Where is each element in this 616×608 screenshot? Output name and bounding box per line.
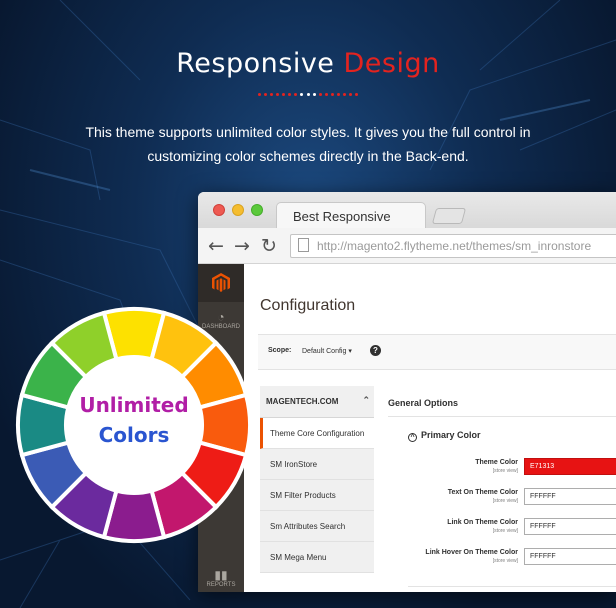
field-label: Link Hover On Theme Color [425, 549, 518, 556]
title-dots-divider [258, 92, 358, 96]
link-on-theme-color-input[interactable]: FFFFFF [524, 518, 616, 535]
reports-icon: ▮▮ [214, 568, 228, 582]
hero-subtitle-line2: customizing color schemes directly in th… [147, 148, 469, 164]
group-toggle[interactable]: ^ Primary Color [408, 430, 481, 442]
close-window-button[interactable] [213, 204, 225, 216]
browser-window: Best Responsive ← → ↻ http://magento2.fl… [198, 192, 616, 592]
field-label: Link On Theme Color [447, 519, 518, 526]
browser-titlebar: Best Responsive [198, 192, 616, 228]
text-on-theme-color-input[interactable]: FFFFFF [524, 488, 616, 505]
hero-title-main: Responsive [176, 48, 335, 79]
forward-arrow-icon[interactable]: → [234, 235, 250, 257]
field-row: Text On Theme Color [store view] FFFFFF [388, 486, 616, 508]
hero-subtitle: This theme supports unlimited color styl… [40, 120, 576, 168]
scope-value: Default Config [302, 348, 347, 355]
link-hover-on-theme-color-input[interactable]: FFFFFF [524, 548, 616, 565]
config-nav: MAGENTECH.COM ⌃ Theme Core Configuration… [260, 386, 374, 592]
scope-bar: Scope: Default Config ▾ ? [258, 334, 616, 370]
minimize-window-button[interactable] [232, 204, 244, 216]
section-title[interactable]: General Options [388, 398, 458, 408]
field-scope: [store view] [492, 498, 518, 504]
nav-item-ironstore[interactable]: SM IronStore [260, 449, 374, 480]
group-title: Primary Color [421, 430, 481, 440]
sidebar-item-reports[interactable]: ▮▮ REPORTS [198, 564, 244, 592]
reload-icon[interactable]: ↻ [261, 235, 277, 257]
config-nav-group-label: MAGENTECH.COM [266, 397, 339, 406]
fieldset-divider [408, 586, 616, 587]
scope-switcher[interactable]: Default Config ▾ [302, 347, 352, 355]
field-label: Theme Color [475, 459, 518, 466]
hero-subtitle-line1: This theme supports unlimited color styl… [85, 124, 531, 140]
wheel-label-line2: Colors [98, 423, 170, 447]
wheel-label: Unlimited Colors [54, 390, 214, 450]
nav-item-theme-core[interactable]: Theme Core Configuration [260, 418, 374, 449]
chevron-down-icon: ▾ [348, 348, 352, 355]
maximize-window-button[interactable] [251, 204, 263, 216]
section-divider [388, 416, 616, 417]
wheel-label-line1: Unlimited [79, 393, 189, 417]
back-arrow-icon[interactable]: ← [208, 235, 224, 257]
help-icon[interactable]: ? [370, 345, 381, 356]
scope-label: Scope: [268, 347, 292, 354]
collapse-icon: ^ [408, 433, 417, 442]
new-tab-button[interactable] [431, 208, 467, 224]
field-scope: [store view] [492, 468, 518, 474]
nav-item-mega-menu[interactable]: SM Mega Menu [260, 542, 374, 573]
chevron-up-icon: ⌃ [362, 395, 370, 405]
browser-tab[interactable]: Best Responsive [276, 202, 426, 228]
field-row: Link Hover On Theme Color [store view] F… [388, 546, 616, 568]
page-title: Configuration [260, 297, 356, 314]
theme-color-input[interactable]: E71313 [524, 458, 616, 475]
nav-item-attributes-search[interactable]: Sm Attributes Search [260, 511, 374, 542]
sidebar-reports-label: REPORTS [206, 582, 236, 588]
browser-toolbar: ← → ↻ http://magento2.flytheme.net/theme… [198, 228, 616, 264]
hero-title-accent: Design [343, 48, 440, 79]
hero-title: Responsive Design [0, 48, 616, 79]
config-nav-group[interactable]: MAGENTECH.COM ⌃ [260, 386, 374, 418]
nav-item-filter-products[interactable]: SM Filter Products [260, 480, 374, 511]
field-row: Theme Color [store view] E71313 [388, 456, 616, 478]
field-label: Text On Theme Color [447, 489, 518, 496]
field-scope: [store view] [492, 528, 518, 534]
field-row: Link On Theme Color [store view] FFFFFF [388, 516, 616, 538]
admin-main: Configuration Scope: Default Config ▾ ? … [244, 264, 616, 592]
magento-logo[interactable] [198, 264, 244, 302]
page-icon [298, 238, 309, 252]
address-bar[interactable]: http://magento2.flytheme.net/themes/sm_i… [290, 234, 616, 258]
field-scope: [store view] [492, 558, 518, 564]
